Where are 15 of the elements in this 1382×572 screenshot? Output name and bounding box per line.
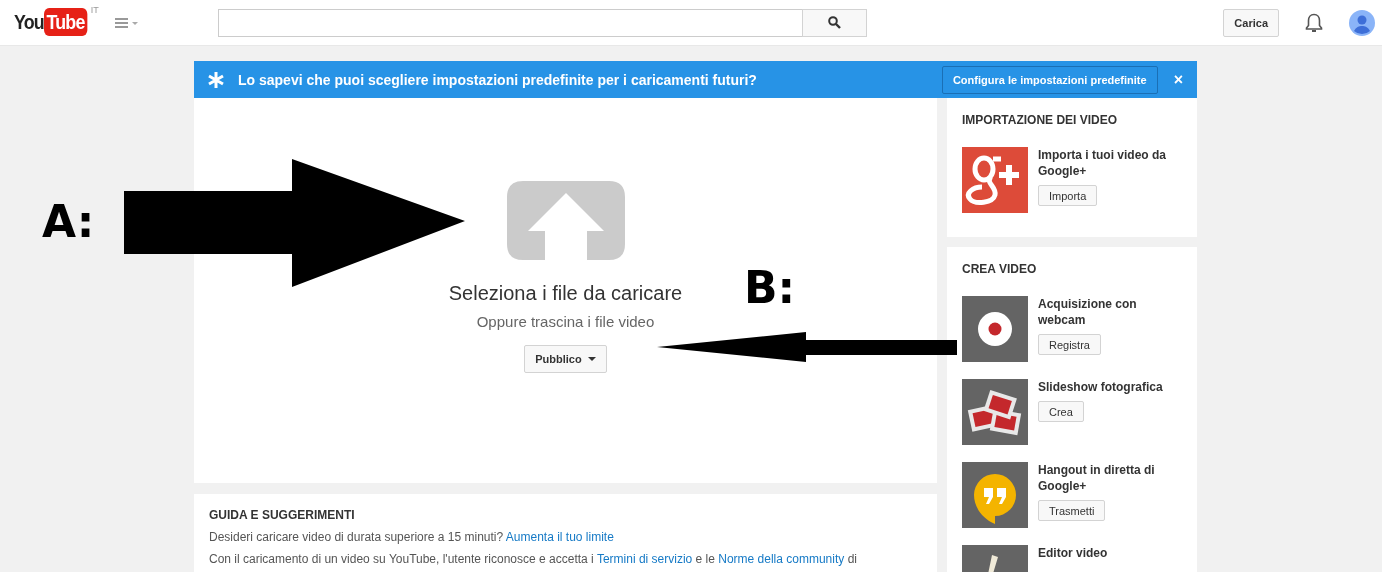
section-title: GUIDA E SUGGERIMENTI: [209, 508, 356, 522]
item-title: Importa i tuoi video da Google+: [1038, 147, 1167, 179]
item-title: Hangout in diretta di Google+: [1038, 462, 1156, 494]
section-title: IMPORTAZIONE DEI VIDEO: [962, 113, 1119, 127]
guide-text: Con il caricamento di un video su YouTube, l'utente riconosce e accetta i Termini di servizio e le Norme della community di: [209, 551, 858, 568]
section-title: CREA VIDEO: [962, 262, 1038, 276]
item-title: Editor video: [1038, 545, 1109, 561]
guide-text: Desideri caricare video di durata superiore a 15 minuti? Aumenta il tuo limite: [209, 529, 615, 546]
item-title: Slideshow fotografica: [1038, 379, 1164, 395]
item-title: Acquisizione con webcam: [1038, 296, 1138, 328]
banner-text: Lo sapevi che puoi scegliere impostazioni predefinite per i caricamenti futuri?: [238, 71, 757, 88]
annotation-label: B:: [744, 266, 796, 310]
annotation-label: A:: [42, 200, 95, 244]
upload-title: Seleziona i file da caricare: [448, 282, 683, 305]
upload-subtitle: Oppure trascina i file video: [476, 313, 655, 330]
